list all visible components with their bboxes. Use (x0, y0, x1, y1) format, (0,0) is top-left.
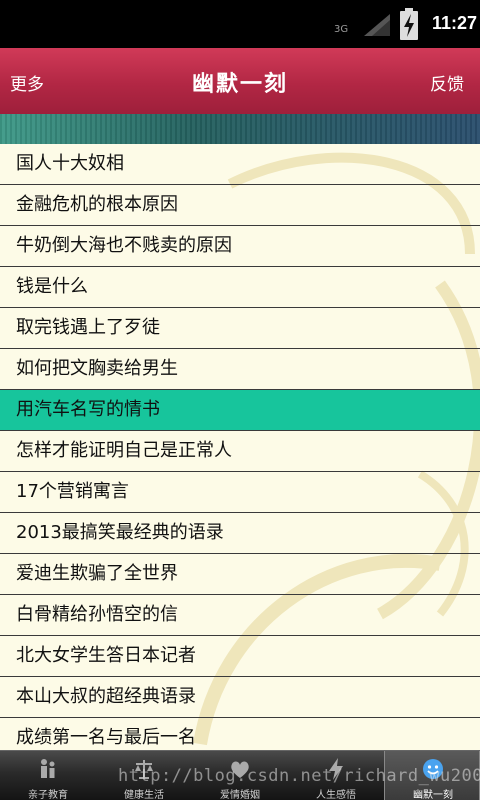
list-item[interactable]: 爱迪生欺骗了全世界 (0, 554, 480, 595)
network-type: 3G (334, 24, 349, 35)
family-icon (41, 759, 55, 778)
signal-icon (364, 14, 390, 36)
heart-icon (231, 761, 249, 778)
header-accent-strip (0, 114, 480, 144)
tab-parenting[interactable]: 亲子教育 (0, 751, 96, 800)
tab-health[interactable]: 健康生活 (96, 751, 192, 800)
list-item[interactable]: 怎样才能证明自己是正常人 (0, 431, 480, 472)
list-item-selected[interactable]: 用汽车名写的情书 (0, 390, 480, 431)
tab-label: 健康生活 (124, 790, 164, 800)
tab-label: 幽默一刻 (413, 790, 453, 800)
list-item[interactable]: 2013最搞笑最经典的语录 (0, 513, 480, 554)
bottom-tab-bar: 亲子教育 健康生活 爱情婚姻 人生感悟 幽默一刻 (0, 750, 480, 800)
smiley-icon (423, 759, 443, 779)
tab-label: 爱情婚姻 (220, 790, 260, 800)
page-title: 幽默一刻 (191, 72, 288, 97)
list-item[interactable]: 金融危机的根本原因 (0, 185, 480, 226)
tab-life[interactable]: 人生感悟 (288, 751, 384, 800)
article-list: 国人十大奴相 金融危机的根本原因 牛奶倒大海也不贱卖的原因 钱是什么 取完钱遇上… (0, 144, 480, 759)
list-item[interactable]: 北大女学生答日本记者 (0, 636, 480, 677)
lightning-icon (329, 758, 343, 780)
status-bar: 3G 11:27 (0, 0, 480, 48)
feedback-button[interactable]: 反馈 (430, 70, 464, 95)
tab-humor[interactable]: 幽默一刻 (384, 751, 480, 800)
battery-charging-icon (400, 8, 418, 40)
scale-icon (135, 760, 153, 779)
tab-label: 亲子教育 (28, 790, 68, 800)
list-item[interactable]: 如何把文胸卖给男生 (0, 349, 480, 390)
list-item[interactable]: 本山大叔的超经典语录 (0, 677, 480, 718)
list-item[interactable]: 牛奶倒大海也不贱卖的原因 (0, 226, 480, 267)
list-item[interactable]: 白骨精给孙悟空的信 (0, 595, 480, 636)
tab-love[interactable]: 爱情婚姻 (192, 751, 288, 800)
tab-label: 人生感悟 (316, 790, 356, 800)
list-item[interactable]: 国人十大奴相 (0, 144, 480, 185)
list-item[interactable]: 17个营销寓言 (0, 472, 480, 513)
list-item[interactable]: 钱是什么 (0, 267, 480, 308)
title-bar: 更多 幽默一刻 反馈 (0, 48, 480, 114)
clock: 11:27 (432, 13, 478, 33)
list-item[interactable]: 取完钱遇上了歹徒 (0, 308, 480, 349)
